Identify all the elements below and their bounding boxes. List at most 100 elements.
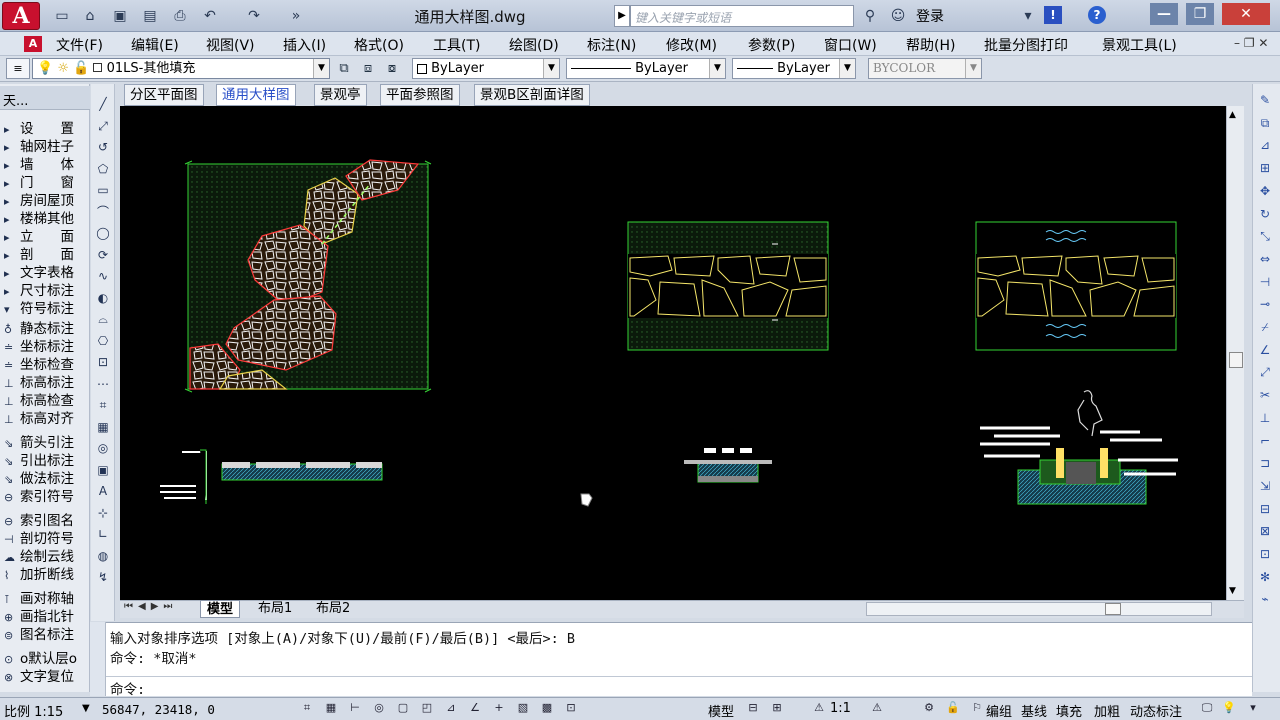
command-input[interactable] [106, 676, 1252, 696]
panel-item-22[interactable]: ⊣ 剖切符号 [4, 530, 74, 548]
draw-order-icon[interactable]: ⇲ [1256, 478, 1274, 494]
region-icon[interactable]: ◎ [95, 440, 111, 456]
layout-navigation-icons[interactable]: ⏮◀▶⏭ [124, 601, 177, 612]
model-space-button[interactable]: 模型 [708, 701, 734, 720]
section-detail-3[interactable] [980, 390, 1178, 505]
quick-view-drawings-icon[interactable]: ⊞ [768, 699, 786, 717]
layer-previous-icon[interactable]: ⧈ [358, 58, 378, 79]
paving-elevation-detail[interactable] [627, 221, 829, 351]
join-icon[interactable]: ⤢ [1256, 364, 1274, 380]
zoom-icon[interactable]: ◍ [95, 548, 111, 564]
menu-file[interactable]: 文件(F) [56, 35, 103, 55]
chamfer-icon[interactable]: ✂ [1256, 387, 1274, 403]
panel-item-21[interactable]: ⊖ 索引图名 [4, 512, 74, 530]
panel-item-27[interactable]: ⊜ 图名标注 [4, 626, 74, 644]
snap-toggle-icon[interactable]: ▦ [322, 699, 340, 717]
make-current-layer-icon[interactable]: ⧉ [334, 58, 354, 79]
horizontal-scrollbar[interactable] [866, 602, 1212, 616]
menu-dimension[interactable]: 标注(N) [587, 35, 636, 55]
add-selected-icon[interactable]: ⊹ [95, 505, 111, 521]
binoculars-icon[interactable]: ⚲ [860, 6, 880, 26]
save-as-icon[interactable]: ▤ [140, 6, 160, 26]
application-menu-button[interactable]: A [2, 2, 40, 30]
circle-icon[interactable]: ◯ [95, 225, 111, 241]
menu-format[interactable]: 格式(O) [354, 35, 404, 55]
panel-item-6[interactable]: ▸ 立 面 [4, 228, 74, 246]
status-fill-button[interactable]: 填充 [1056, 701, 1082, 720]
lineweight-toggle-icon[interactable]: ▩ [538, 699, 556, 717]
mirror-icon[interactable]: ⊿ [1256, 137, 1274, 153]
login-button[interactable]: 登录 [916, 6, 944, 26]
command-window-grip[interactable] [90, 622, 106, 696]
menu-modify[interactable]: 修改(M) [666, 35, 717, 55]
polar-toggle-icon[interactable]: ▢ [394, 699, 412, 717]
insert-block-icon[interactable]: ⎔ [95, 333, 111, 349]
spell-icon[interactable]: ⌁ [1256, 591, 1274, 607]
more-icon[interactable]: » [286, 6, 306, 26]
layer-state-icon[interactable]: ⧇ [382, 58, 402, 79]
3dosnap-toggle-icon[interactable]: ⊿ [442, 699, 460, 717]
osnap-toggle-icon[interactable]: ◰ [418, 699, 436, 717]
make-block-icon[interactable]: ⊡ [95, 354, 111, 370]
new-file-icon[interactable]: ▭ [52, 6, 72, 26]
help-icon[interactable]: ? [1088, 6, 1106, 24]
scroll-down-icon[interactable]: ▼ [1229, 586, 1236, 596]
copy-icon[interactable]: ⧉ [1256, 115, 1274, 131]
panel-item-4[interactable]: ▸ 房间屋顶 [4, 192, 74, 210]
menu-view[interactable]: 视图(V) [206, 35, 255, 55]
hatch-back-icon[interactable]: ✻ [1256, 569, 1274, 585]
move-icon[interactable]: ✥ [1256, 183, 1274, 199]
open-file-icon[interactable]: ⌂ [80, 6, 100, 26]
infer-toggle-icon[interactable]: ⌗ [298, 699, 316, 717]
panel-item-14[interactable]: ⊥ 标高标注 [4, 374, 74, 392]
hardware-acceleration-icon[interactable]: ⚐ [968, 699, 986, 717]
otrack-toggle-icon[interactable]: ∠ [466, 699, 484, 717]
panel-item-28[interactable]: ⊙ o默认层o [4, 650, 77, 668]
polygon-icon[interactable]: ⬠ [95, 161, 111, 177]
transparency-toggle-icon[interactable]: ⊡ [562, 699, 580, 717]
ellipse-icon[interactable]: ◐ [95, 290, 111, 306]
trim-icon[interactable]: ⊣ [1256, 274, 1274, 290]
undo-icon[interactable]: ↶ [200, 6, 220, 26]
multiline-text-icon[interactable]: A [95, 483, 111, 499]
status-group-button[interactable]: 编组 [986, 701, 1012, 720]
model-space-canvas[interactable] [120, 106, 1226, 600]
tab-layout2[interactable]: 布局2 [310, 600, 356, 618]
break-icon[interactable]: ∠ [1256, 342, 1274, 358]
send-back-icon[interactable]: ⊠ [1256, 523, 1274, 539]
panel-item-16[interactable]: ⊥ 标高对齐 [4, 410, 74, 428]
annotation-scale-icon[interactable]: ⚠ [810, 699, 828, 717]
grid-toggle-icon[interactable]: ⊢ [346, 699, 364, 717]
stretch-icon[interactable]: ⇔ [1256, 251, 1274, 267]
measure-icon[interactable]: ∟ [95, 526, 111, 542]
polyline-icon[interactable]: ↺ [95, 139, 111, 155]
print-icon[interactable]: ⎙ [170, 6, 190, 26]
section-detail-1[interactable] [160, 449, 383, 504]
scroll-thumb[interactable] [1229, 352, 1243, 368]
ducs-toggle-icon[interactable]: + [490, 699, 508, 717]
user-icon[interactable]: ☺ [888, 6, 908, 26]
quick-view-layouts-icon[interactable]: ⊟ [744, 699, 762, 717]
panel-item-15[interactable]: ⊥ 标高检查 [4, 392, 74, 410]
panel-item-25[interactable]: ⊺ 画对称轴 [4, 590, 74, 608]
ortho-toggle-icon[interactable]: ◎ [370, 699, 388, 717]
menu-window[interactable]: 窗口(W) [824, 35, 877, 55]
revision-cloud-icon[interactable]: ⟳ [95, 247, 111, 263]
panel-item-3[interactable]: ▸ 门 窗 [4, 174, 74, 192]
layer-manager-icon[interactable]: ≡ [6, 58, 30, 79]
scale-icon[interactable]: ⤡ [1256, 228, 1274, 244]
menu-help[interactable]: 帮助(H) [906, 35, 955, 55]
document-icon[interactable]: A [24, 36, 42, 52]
scale-dropdown-icon[interactable]: ▼ [82, 703, 90, 714]
search-expand-icon[interactable]: ▶ [614, 5, 630, 27]
tab-general-detail[interactable]: 通用大样图 [216, 84, 296, 106]
workspace-gear-icon[interactable]: ⚙ [920, 699, 938, 717]
panel-item-13[interactable]: ≐ 坐标检查 [4, 356, 74, 374]
gradient-icon[interactable]: ▦ [95, 419, 111, 435]
panel-item-23[interactable]: ☁ 绘制云线 [4, 548, 74, 566]
panel-item-8[interactable]: ▸ 文字表格 [4, 264, 74, 282]
menu-insert[interactable]: 插入(I) [283, 35, 326, 55]
menu-landscape-tools[interactable]: 景观工具(L) [1102, 35, 1177, 55]
section-detail-2[interactable] [684, 448, 772, 483]
paving-plan-detail[interactable] [184, 159, 432, 393]
